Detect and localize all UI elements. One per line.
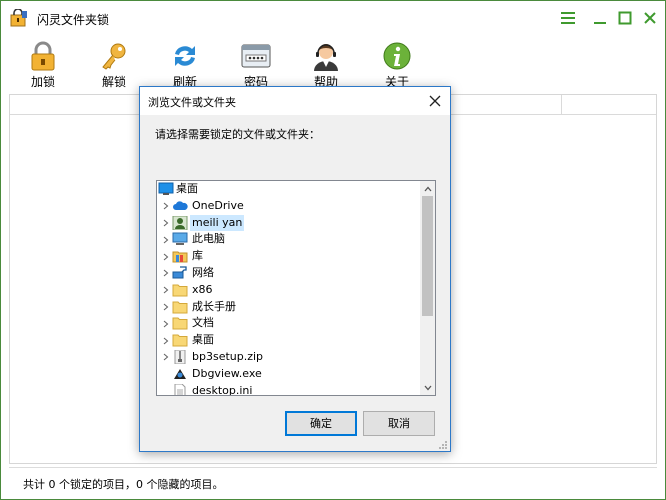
- ok-button[interactable]: 确定: [285, 411, 357, 436]
- expand-chevron-icon[interactable]: [161, 231, 171, 248]
- title-bar: 闪灵文件夹锁: [1, 1, 665, 35]
- tree-item-label: desktop.ini: [192, 383, 253, 396]
- tree-item[interactable]: OneDrive: [157, 198, 421, 215]
- tree-item-label: 此电脑: [192, 232, 225, 246]
- expand-chevron-icon[interactable]: [161, 248, 171, 265]
- unlock-button[interactable]: 解锁: [82, 37, 146, 93]
- window-title: 闪灵文件夹锁: [37, 13, 110, 27]
- tree-item[interactable]: desktop.ini: [157, 383, 421, 396]
- exe-icon: [172, 367, 188, 382]
- scroll-thumb[interactable]: [422, 196, 433, 316]
- folder-icon: [172, 300, 188, 315]
- chevron-up-icon: [424, 186, 431, 191]
- network-icon: [172, 266, 188, 281]
- chevron-down-icon: [424, 385, 431, 390]
- computer-icon: [172, 232, 188, 247]
- dialog-title: 浏览文件或文件夹: [148, 96, 236, 109]
- tree-item[interactable]: meili yan: [157, 214, 421, 232]
- folder-icon: [172, 316, 188, 331]
- ini-file-icon: [172, 383, 188, 395]
- tree-item-label: meili yan: [190, 214, 245, 232]
- cloud-icon: [172, 199, 188, 214]
- expand-chevron-icon[interactable]: [161, 215, 171, 232]
- tree-item[interactable]: 桌面: [157, 332, 421, 349]
- minimize-button[interactable]: [588, 7, 612, 29]
- app-logo-icon: [10, 8, 28, 27]
- cancel-button[interactable]: 取消: [363, 411, 435, 436]
- expand-chevron-icon[interactable]: [161, 282, 171, 299]
- tree-item[interactable]: 网络: [157, 265, 421, 282]
- info-icon: [383, 42, 411, 70]
- padlock-icon: [31, 41, 55, 71]
- refresh-button[interactable]: 刷新: [153, 37, 217, 93]
- tree-item[interactable]: 此电脑: [157, 231, 421, 248]
- about-button[interactable]: 关于: [365, 37, 429, 93]
- tree-item-label: 库: [192, 249, 203, 263]
- help-button[interactable]: 帮助: [294, 37, 358, 93]
- dialog-prompt: 请选择需要锁定的文件或文件夹：: [155, 128, 320, 141]
- folder-tree[interactable]: 桌面 OneDrive meili yan 此电脑库网络 x86 成长手册 文档 桌面 bp3s…: [156, 180, 436, 396]
- password-card-icon: [241, 44, 271, 68]
- lock-label: 加锁: [30, 75, 55, 89]
- tree-item[interactable]: x86: [157, 282, 421, 299]
- key-icon: [102, 43, 126, 70]
- menu-icon[interactable]: [556, 7, 580, 29]
- status-bar: 共计 0 个锁定的项目，0 个隐藏的项目。: [9, 467, 657, 495]
- tree-item-label: x86: [192, 282, 213, 296]
- tree-scrollbar[interactable]: [420, 181, 435, 395]
- status-text: 共计 0 个锁定的项目，0 个隐藏的项目。: [23, 478, 224, 491]
- dialog-title-bar: 浏览文件或文件夹: [140, 87, 450, 115]
- scroll-up-button[interactable]: [420, 181, 435, 196]
- tree-item-label: 成长手册: [192, 299, 236, 313]
- folder-icon: [172, 283, 188, 298]
- column-separator[interactable]: [561, 95, 562, 115]
- lock-button[interactable]: 加锁: [11, 37, 75, 93]
- zip-icon: [172, 349, 188, 365]
- browse-dialog: 浏览文件或文件夹 请选择需要锁定的文件或文件夹： 桌面 OneDrive meili…: [139, 86, 451, 452]
- expand-chevron-icon[interactable]: [161, 349, 171, 366]
- scroll-down-button[interactable]: [420, 380, 435, 395]
- tree-item[interactable]: bp3setup.zip: [157, 349, 421, 366]
- tree-item-label: 网络: [192, 265, 214, 279]
- refresh-icon: [175, 46, 195, 66]
- library-icon: [172, 249, 188, 264]
- tree-item[interactable]: 桌面: [157, 181, 421, 198]
- tree-rows: 桌面 OneDrive meili yan 此电脑库网络 x86 成长手册 文档 桌面 bp3s…: [157, 181, 421, 396]
- close-icon: [429, 95, 441, 107]
- expand-chevron-icon[interactable]: [161, 315, 171, 332]
- password-button[interactable]: 密码: [224, 37, 288, 93]
- tree-item-label: OneDrive: [192, 198, 244, 212]
- toolbar: 加锁 解锁 刷新 密码 帮助 关于: [1, 37, 665, 93]
- tree-item-label: bp3setup.zip: [192, 349, 264, 363]
- tree-item-label: 桌面: [176, 182, 198, 195]
- resize-grip-icon[interactable]: [438, 439, 448, 449]
- expand-chevron-icon[interactable]: [161, 332, 171, 349]
- tree-item-label: 桌面: [192, 333, 214, 347]
- expand-chevron-icon[interactable]: [161, 198, 171, 215]
- support-agent-icon: [314, 44, 338, 71]
- tree-item[interactable]: 库: [157, 248, 421, 265]
- user-icon: [172, 215, 188, 231]
- tree-item[interactable]: Dbgview.exe: [157, 366, 421, 383]
- maximize-button[interactable]: [613, 7, 637, 29]
- unlock-label: 解锁: [101, 75, 126, 89]
- expand-chevron-icon[interactable]: [161, 299, 171, 316]
- tree-item-label: Dbgview.exe: [192, 366, 262, 380]
- close-button[interactable]: [638, 7, 662, 29]
- tree-item-label: 文档: [192, 316, 214, 330]
- tree-item[interactable]: 文档: [157, 315, 421, 332]
- tree-item[interactable]: 成长手册: [157, 299, 421, 316]
- desktop-icon: [158, 182, 174, 197]
- expand-chevron-icon[interactable]: [161, 265, 171, 282]
- folder-icon: [172, 333, 188, 348]
- dialog-close-button[interactable]: [424, 90, 446, 112]
